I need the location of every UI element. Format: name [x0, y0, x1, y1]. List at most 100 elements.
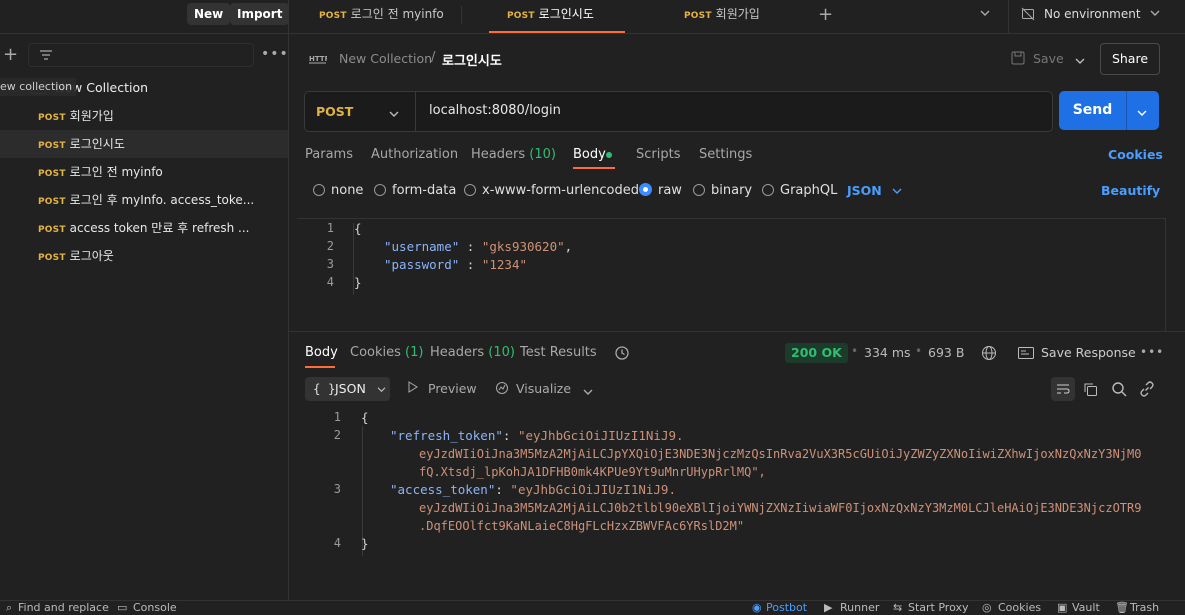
tab-scripts[interactable]: Scripts [636, 147, 680, 162]
new-tab-plus-icon[interactable]: + [818, 4, 833, 25]
method-chevron-icon[interactable] [389, 107, 399, 122]
environment-chevron-icon[interactable] [1150, 7, 1160, 22]
filter-icon[interactable] [39, 49, 53, 61]
vault-icon: ▣ [1057, 601, 1068, 614]
sidebar-item-refresh-after-expiry[interactable]: POST access token 만료 후 refresh ... [0, 214, 288, 242]
response-tab-test-results[interactable]: Test Results [520, 345, 597, 360]
vault-button[interactable]: Vault [1072, 601, 1100, 614]
response-tab-cookies[interactable]: Cookies (1) [350, 345, 423, 360]
radio-raw[interactable]: raw [639, 183, 682, 198]
globe-icon[interactable] [981, 345, 997, 365]
share-button[interactable]: Share [1100, 43, 1160, 75]
visualize-button[interactable]: Visualize [516, 381, 571, 396]
pane-divider[interactable] [289, 331, 1185, 332]
sidebar-item-signup[interactable]: POST 회원가입 [0, 102, 288, 130]
sidebar-more-icon[interactable]: ••• [261, 46, 289, 62]
wrap-lines-icon[interactable] [1051, 377, 1075, 401]
search-icon[interactable] [1111, 381, 1127, 401]
tab-headers[interactable]: Headers (10) [471, 147, 556, 162]
sidebar-item-login-after-myinfo[interactable]: POST 로그인 후 myInfo. access_toke... [0, 186, 288, 214]
line-number: 4 [326, 275, 334, 289]
url-input[interactable]: localhost:8080/login [429, 103, 561, 118]
trash-button[interactable]: Trash [1130, 601, 1159, 614]
tab-authorization[interactable]: Authorization [371, 147, 458, 162]
runner-icon: ▶ [824, 601, 833, 614]
tabs-dropdown-chevron-icon[interactable] [980, 7, 990, 22]
line-number: 1 [326, 221, 334, 235]
method-select[interactable]: POST [316, 104, 353, 119]
method-badge: POST [38, 141, 66, 151]
radio-binary[interactable]: binary [693, 183, 752, 198]
collection-row[interactable]: New Collection ew collection [0, 76, 288, 98]
radio-none[interactable]: none [313, 183, 363, 198]
runner-button[interactable]: Runner [840, 601, 879, 614]
tab-login-before-myinfo[interactable]: POST 로그인 전 myinfo [319, 0, 444, 33]
response-tab-headers[interactable]: Headers (10) [430, 345, 515, 360]
response-active-tab-underline [305, 366, 335, 368]
sidebar-item-label: 로그인 전 myinfo [69, 165, 163, 179]
start-proxy-button[interactable]: Start Proxy [908, 601, 969, 614]
tab-signup[interactable]: POST 회원가입 [684, 0, 760, 33]
environment-selector[interactable]: No environment [1044, 7, 1141, 21]
save-icon [1011, 51, 1025, 69]
preview-play-icon [408, 381, 418, 397]
breadcrumb-request-title[interactable]: 로그인시도 [442, 50, 502, 69]
save-button[interactable]: Save [1033, 51, 1064, 66]
body-format-select[interactable]: JSON [847, 183, 902, 198]
response-more-icon[interactable]: ••• [1140, 345, 1164, 359]
sidebar-divider[interactable] [288, 34, 289, 600]
http-request-icon: HTTP [309, 51, 330, 69]
braces-icon: { } [313, 381, 336, 396]
method-badge: POST [38, 253, 66, 263]
radio-label: binary [711, 183, 753, 198]
sidebar-item-logout[interactable]: POST 로그아웃 [0, 242, 288, 270]
find-replace-button[interactable]: Find and replace [18, 601, 109, 614]
sidebar-item-login-attempt[interactable]: POST 로그인시도 [0, 130, 288, 158]
code-line-refresh-token: "refresh_token": "eyJhbGciOiJIUzI1NiJ9. [390, 427, 684, 445]
save-options-chevron-icon[interactable] [1075, 54, 1085, 69]
sidebar-search-input[interactable] [28, 43, 254, 67]
svg-text:HTTP: HTTP [309, 55, 327, 63]
code-open-brace: { [361, 410, 369, 425]
radio-graphql[interactable]: GraphQL [762, 183, 837, 198]
visualize-chevron-icon[interactable] [583, 385, 593, 400]
sidebar-item-login-before-myinfo[interactable]: POST 로그인 전 myinfo [0, 158, 288, 186]
postbot-button[interactable]: Postbot [766, 601, 807, 614]
new-button[interactable]: New [187, 3, 231, 25]
radio-circle-icon [762, 184, 774, 196]
json-value: "eyJhbGciOiJIUzI1NiJ9. [517, 428, 684, 443]
history-icon[interactable] [614, 345, 630, 365]
import-button[interactable]: Import [230, 3, 290, 25]
response-format-select[interactable]: { } JSON [305, 377, 390, 401]
radio-selected-icon [639, 183, 652, 196]
radio-x-www-form-urlencoded[interactable]: x-www-form-urlencoded [464, 183, 639, 198]
radio-circle-icon [374, 184, 386, 196]
preview-button[interactable]: Preview [428, 381, 477, 396]
cookies-count: (1) [405, 345, 424, 360]
beautify-button[interactable]: Beautify [1101, 183, 1160, 198]
statusbar-cookies-button[interactable]: Cookies [998, 601, 1041, 614]
breadcrumb-collection[interactable]: New Collection [339, 51, 432, 66]
tab-body[interactable]: Body [573, 147, 612, 162]
code-line-access-token: "access_token": "eyJhbGciOiJIUzI1NiJ9. [390, 481, 676, 499]
add-collection-plus-icon[interactable]: + [3, 44, 18, 65]
copy-icon[interactable] [1083, 382, 1098, 401]
radio-form-data[interactable]: form-data [374, 183, 456, 198]
tab-settings[interactable]: Settings [699, 147, 752, 162]
line-number: 3 [333, 482, 341, 496]
send-button-group: Send [1059, 91, 1159, 130]
send-options-chevron-icon[interactable] [1137, 106, 1147, 121]
radio-label: none [331, 183, 364, 198]
save-response-button[interactable]: Save Response [1041, 345, 1136, 360]
console-button[interactable]: Console [133, 601, 177, 614]
url-bar: POST localhost:8080/login [304, 91, 1053, 132]
send-button[interactable]: Send [1059, 91, 1126, 130]
request-body-editor[interactable] [297, 218, 1166, 332]
response-tab-body[interactable]: Body [305, 345, 338, 360]
json-key: "access_token" [390, 482, 496, 497]
tab-login-attempt[interactable]: POST 로그인시도 [489, 0, 625, 33]
cookies-link[interactable]: Cookies [1108, 147, 1163, 162]
json-comma: , [564, 239, 573, 254]
link-icon[interactable] [1139, 381, 1155, 401]
tab-params[interactable]: Params [305, 147, 353, 162]
